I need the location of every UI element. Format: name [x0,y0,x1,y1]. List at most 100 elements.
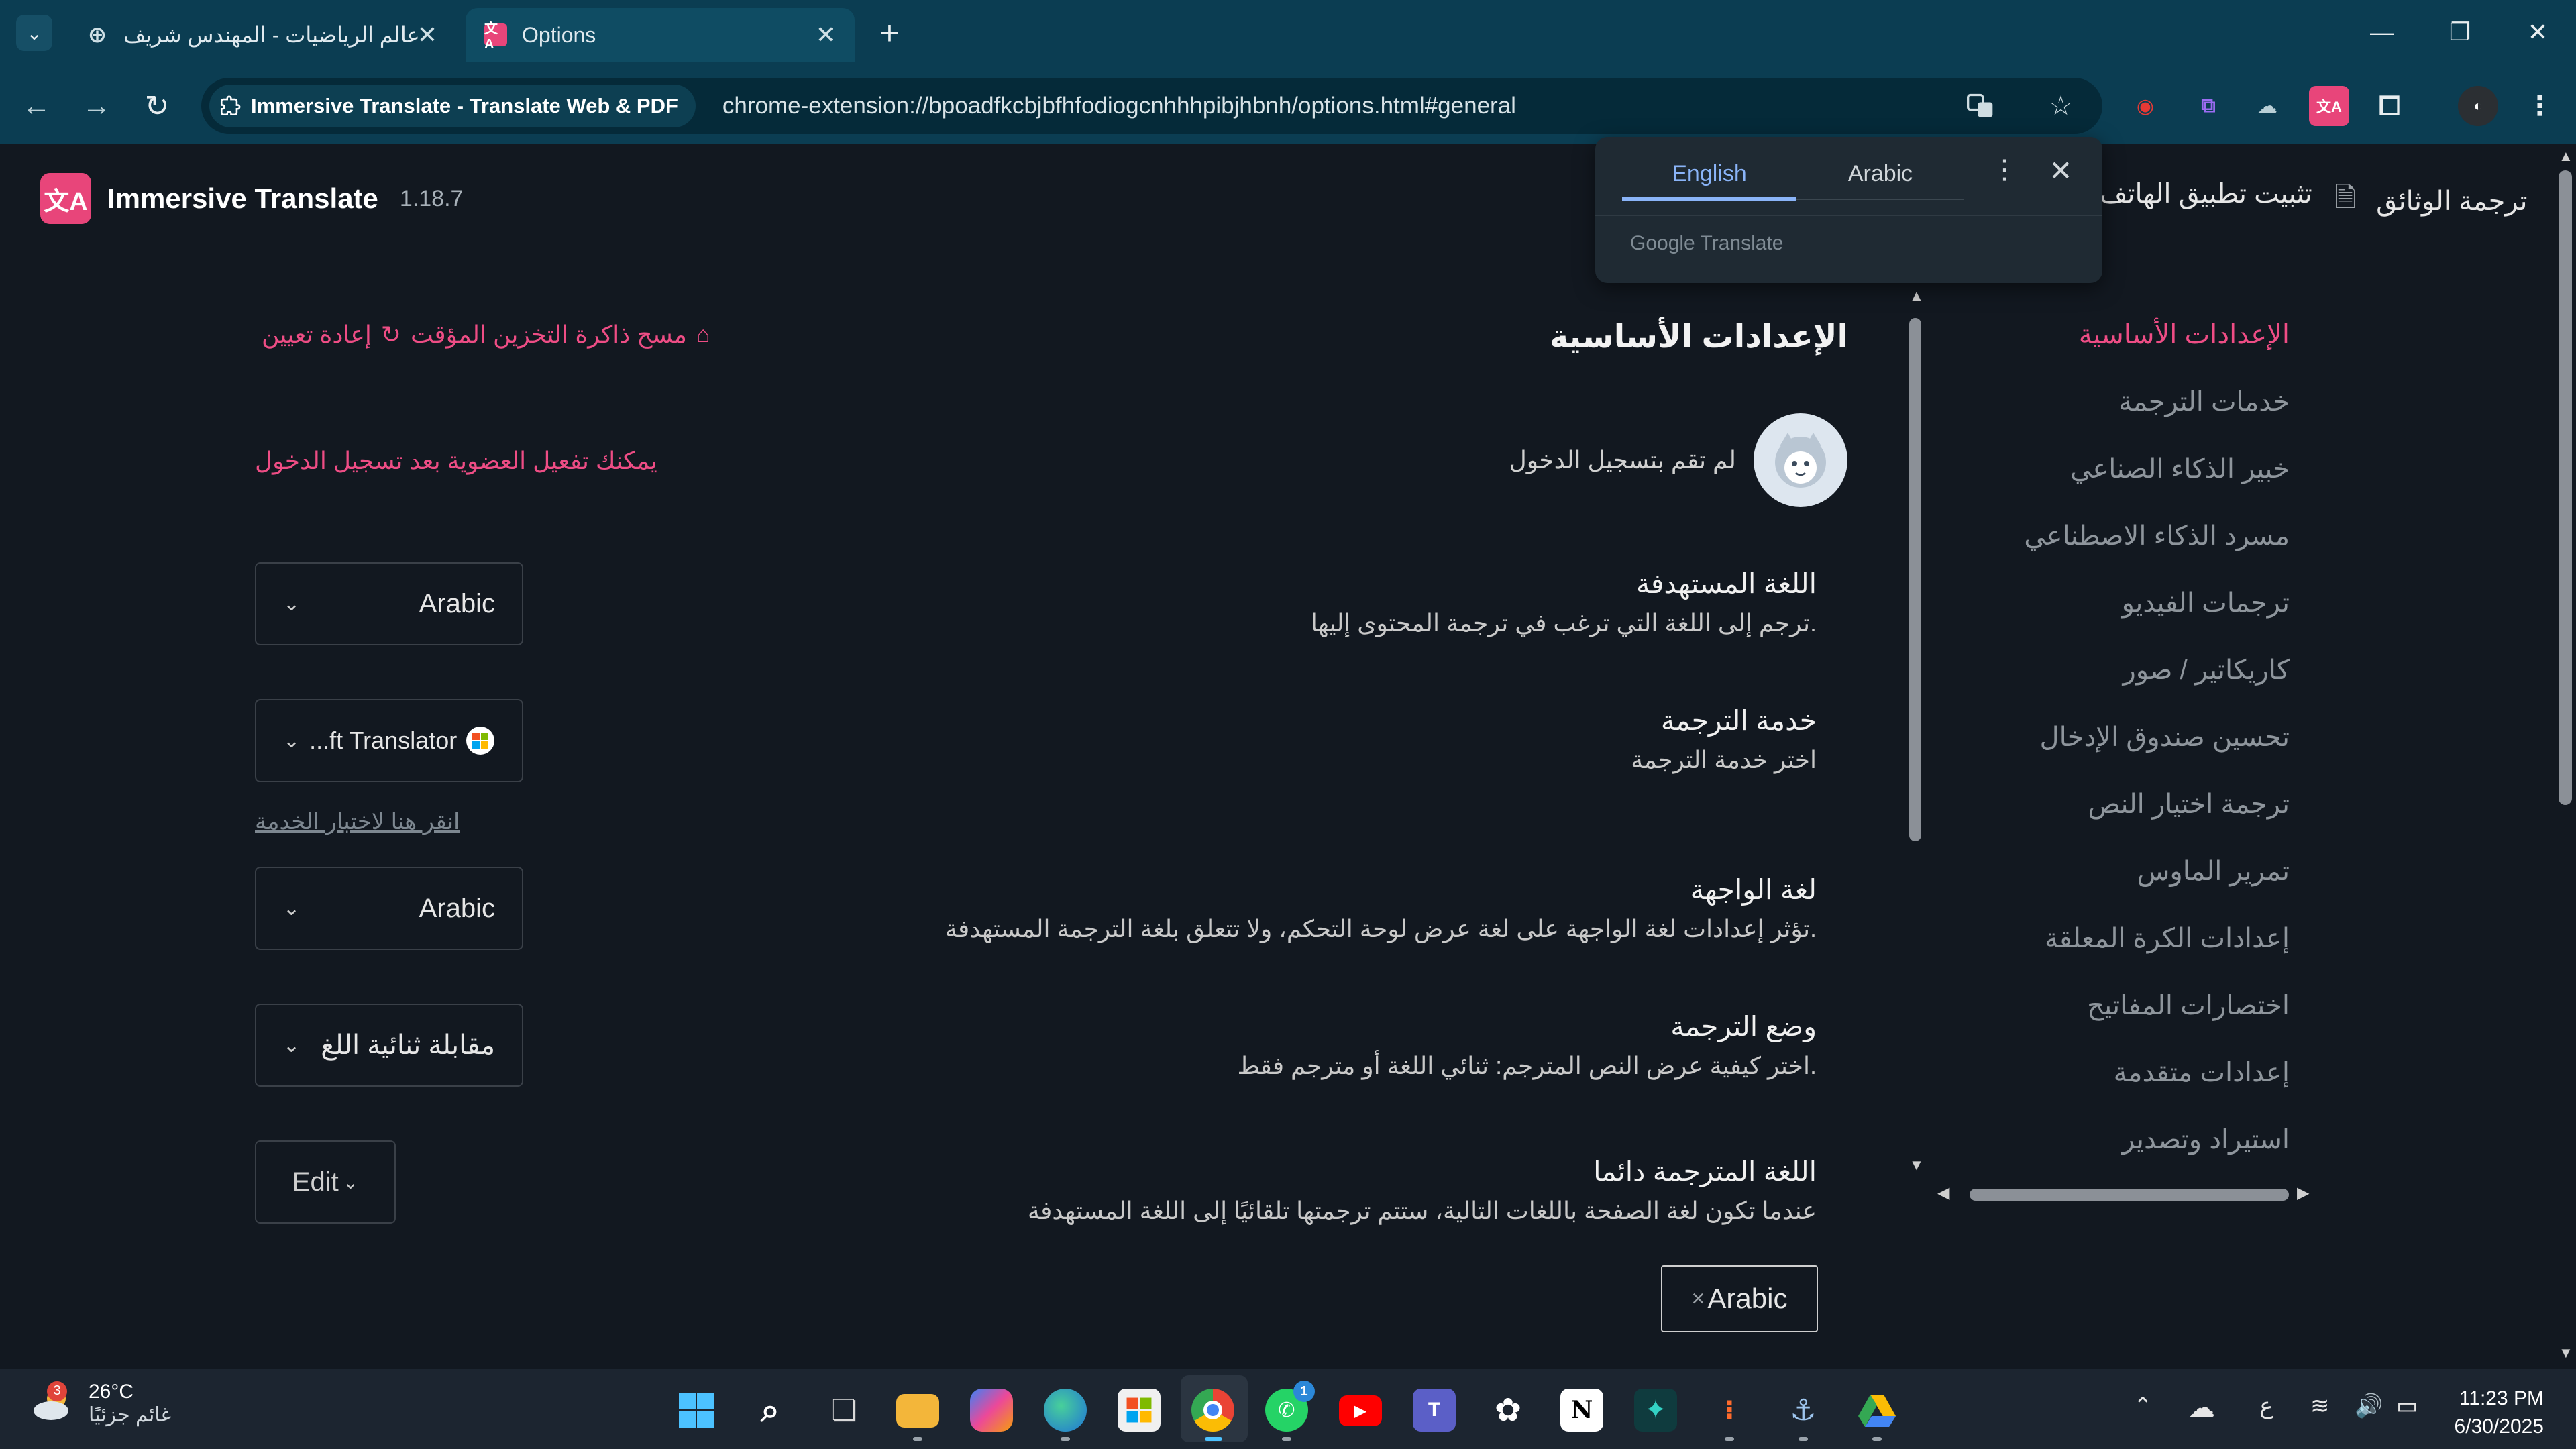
windows-start-icon[interactable] [675,1389,718,1432]
minimize-button[interactable]: — [2352,12,2412,52]
nav-translate-documents[interactable]: 🗎 ترجمة الوثائق [2334,178,2528,224]
microsoft-store-icon[interactable] [1118,1389,1161,1432]
task-view-icon[interactable]: ❏ [822,1389,865,1432]
ublock-icon[interactable]: ◉ [2125,86,2165,126]
system-clock[interactable]: 11:23 PM 6/30/2025 [2455,1385,2544,1441]
volume-icon[interactable]: 🔊 [2355,1393,2383,1419]
onedrive-cloud-icon[interactable]: ☁ [2188,1393,2215,1424]
address-bar[interactable]: Immersive Translate - Translate Web & PD… [201,78,2102,134]
extension-site-chip[interactable]: Immersive Translate - Translate Web & PD… [209,85,696,127]
sidebar-item-advanced[interactable]: إعدادات متقدمة [2114,1057,2290,1088]
app-icon[interactable]: ⁝ [1708,1389,1751,1432]
extensions-puzzle-icon[interactable]: ⧠ [2369,86,2410,126]
membership-note[interactable]: يمكنك تفعيل العضوية بعد تسجيل الدخول [255,447,657,475]
sidebar-item-comics-images[interactable]: كاريكاتير / صور [2123,655,2290,686]
scrollbar-thumb[interactable] [1970,1189,2289,1201]
translate-tab-arabic[interactable]: Arabic [1796,161,1964,187]
sidebar-item-import-export[interactable]: استيراد وتصدير [2122,1124,2290,1155]
teams-icon[interactable]: T [1413,1389,1456,1432]
bookmark-star-icon[interactable]: ☆ [2039,85,2082,127]
immersive-translate-icon[interactable]: 文A [2309,86,2349,126]
sidebar-horizontal-scrollbar[interactable]: ◀ ▶ [1931,1181,2317,1208]
sidebar-item-translation-services[interactable]: خدمات الترجمة [2118,386,2290,417]
scroll-left-arrow-icon[interactable]: ◀ [1937,1183,1949,1203]
weather-temperature: 26°C [89,1381,134,1403]
close-tab-icon[interactable]: ✕ [816,21,836,49]
nav-install-mobile-app[interactable]: تثبيت تطبيق الهاتف [2100,178,2312,209]
chatgpt-icon[interactable]: ✿ [1487,1389,1529,1432]
tab-search-button[interactable]: ⌄ [16,15,52,51]
sidebar-item-video-subtitles[interactable]: ترجمات الفيديو [2122,588,2290,619]
menu-kebab-icon[interactable]: ⋮ [2520,86,2560,126]
edit-dropdown-button[interactable]: Edit ⌄ [255,1140,396,1224]
notification-badge: 1 [1293,1381,1315,1402]
sidebar-item-ai-expert[interactable]: خبير الذكاء الصناعي [2070,453,2290,484]
test-service-link[interactable]: انقر هنا لاختبار الخدمة [255,808,460,835]
reload-button[interactable]: ↻ [130,86,184,126]
sidebar-item-ai-glossary[interactable]: مسرد الذكاء الاصطناعي [2024,521,2290,551]
input-language-indicator[interactable]: ع [2259,1393,2273,1419]
app-icon[interactable]: ⚓ [1782,1389,1825,1432]
tab-inactive[interactable]: ⊕ عالم الرياضيات - المهندس شريف ✕ [67,8,456,62]
brand[interactable]: 文A Immersive Translate 1.18.7 [40,173,463,224]
extension-chip-label: Immersive Translate - Translate Web & PD… [251,94,678,117]
chrome-icon[interactable] [1191,1389,1234,1432]
clear-cache-button[interactable]: مسح ذاكرة التخزين المؤقت [411,321,687,349]
sidebar-item-shortcuts[interactable]: اختصارات المفاتيح [2087,990,2290,1021]
sidebar-item-selection-translate[interactable]: ترجمة اختيار النص [2088,789,2290,820]
scroll-up-arrow-icon[interactable]: ▲ [1909,287,1924,305]
google-drive-icon[interactable] [1856,1389,1898,1432]
copilot-icon[interactable] [970,1389,1013,1432]
restore-button[interactable]: ❐ [2430,12,2490,52]
weather-widget[interactable]: 3 26°C غائم جزئيًا [30,1381,171,1427]
sidebar-vertical-scrollbar[interactable]: ▲ ▼ [1907,287,1924,1177]
extension-icon[interactable]: ⧉ [2188,86,2229,126]
sidebar-item-floating-ball[interactable]: إعدادات الكرة المعلقة [2045,923,2290,954]
forward-button[interactable]: → [70,86,123,126]
close-popup-icon[interactable]: ✕ [2041,154,2081,195]
app-icon[interactable]: ✦ [1634,1389,1677,1432]
reset-button[interactable]: إعادة تعيين [262,321,372,349]
scroll-right-arrow-icon[interactable]: ▶ [2297,1183,2309,1203]
chevron-up-icon[interactable]: ⌃ [2133,1393,2153,1419]
scrollbar-thumb[interactable] [1909,318,1921,841]
always-translate-language-chip[interactable]: × Arabic [1661,1265,1818,1332]
notion-icon[interactable]: N [1560,1389,1603,1432]
search-icon[interactable]: ⌕ [749,1389,792,1432]
youtube-icon[interactable]: ▶ [1339,1395,1382,1426]
scroll-down-arrow-icon[interactable]: ▼ [1909,1157,1924,1174]
google-translate-icon[interactable] [1959,85,2002,127]
more-options-icon[interactable]: ⋮ [1984,154,2025,195]
battery-icon[interactable]: ▭ [2396,1393,2418,1419]
user-avatar[interactable] [1754,413,1847,507]
back-button[interactable]: ← [9,86,63,126]
translation-mode-select[interactable]: ⌄ مقابلة ثنائية اللغ [255,1004,523,1087]
scroll-down-arrow-icon[interactable]: ▼ [2559,1344,2573,1362]
sidebar-item-input-box[interactable]: تحسين صندوق الإدخال [2040,722,2290,753]
tab-active[interactable]: 文A Options ✕ [466,8,855,62]
target-language-select[interactable]: ⌄ Arabic [255,562,523,645]
remove-chip-icon[interactable]: × [1692,1286,1705,1312]
reset-actions: إعادة تعيين ↻ مسح ذاكرة التخزين المؤقت ⌂ [262,321,710,349]
edge-icon[interactable] [1044,1389,1087,1432]
new-tab-button[interactable]: + [869,11,910,55]
translate-tab-english[interactable]: English [1622,161,1796,187]
close-tab-icon[interactable]: ✕ [417,21,437,49]
sidebar-item-basic-settings[interactable]: الإعدادات الأساسية [2079,319,2290,350]
arrow-left-icon: ← [21,89,51,122]
extension-icon[interactable]: ☁ [2247,86,2288,126]
file-explorer-icon[interactable] [896,1394,939,1428]
interface-language-select[interactable]: ⌄ Arabic [255,867,523,950]
wifi-icon[interactable]: ≋ [2310,1393,2330,1419]
login-status[interactable]: لم تقم بتسجيل الدخول [1509,413,1847,507]
scrollbar-thumb[interactable] [2559,170,2572,805]
profile-avatar[interactable]: ◐ [2458,86,2498,126]
clock-time: 11:23 PM [2459,1387,2544,1409]
url-text[interactable]: chrome-extension://bpoadfkcbjbfhfodiogcn… [722,93,1516,119]
translation-service-select[interactable]: ⌄ ...ft Translator [255,699,523,782]
page-vertical-scrollbar[interactable]: ▲ ▼ [2555,144,2576,1368]
sidebar-item-mouse-hover[interactable]: تمرير الماوس [2137,856,2290,887]
close-window-button[interactable]: ✕ [2508,12,2568,52]
whatsapp-icon[interactable]: ✆ 1 [1265,1381,1315,1432]
scroll-up-arrow-icon[interactable]: ▲ [2559,148,2573,165]
